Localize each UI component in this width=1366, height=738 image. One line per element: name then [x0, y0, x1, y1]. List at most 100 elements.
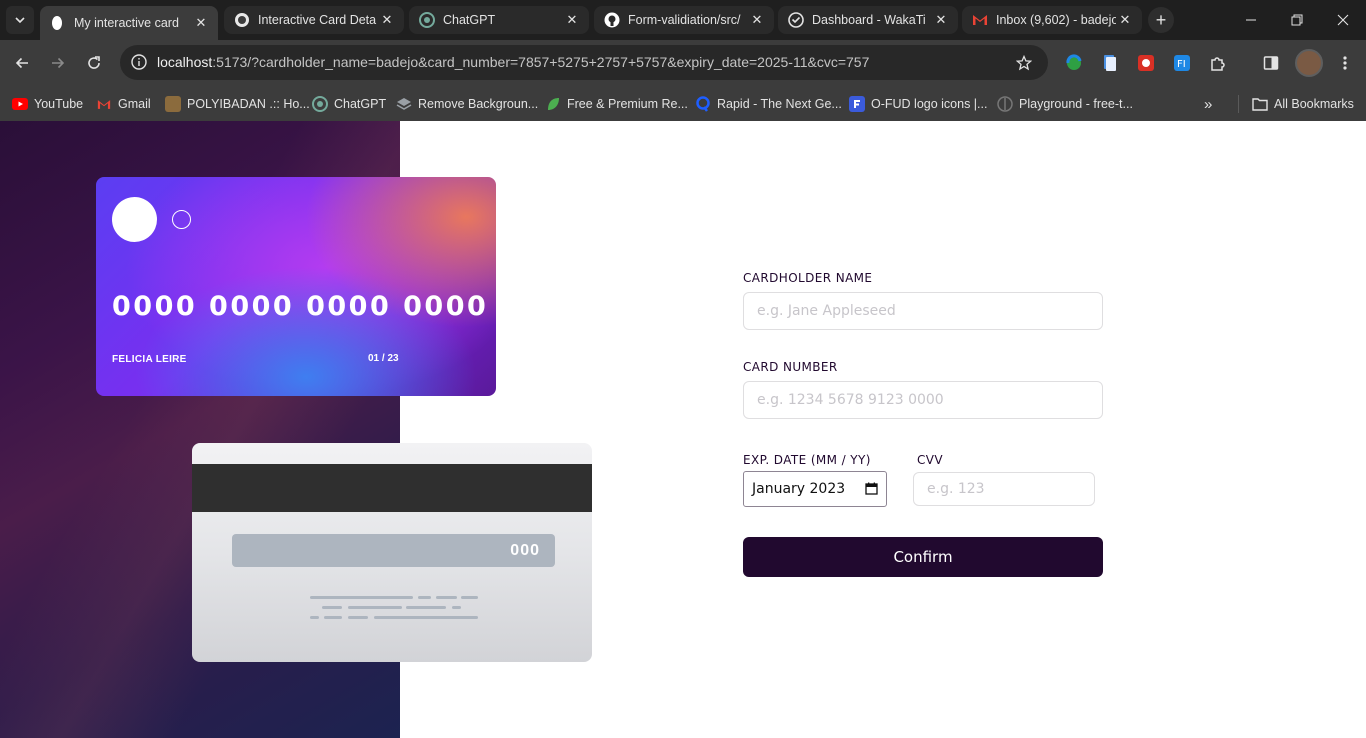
card-back: 000 — [192, 443, 592, 662]
close-icon[interactable]: ✕ — [932, 11, 950, 29]
all-bookmarks-button[interactable]: All Bookmarks — [1252, 94, 1354, 114]
bookmark-playground[interactable]: Playground - free-t... — [997, 94, 1133, 114]
fine-print-line — [452, 606, 461, 609]
close-icon[interactable]: ✕ — [563, 11, 581, 29]
close-icon — [1337, 14, 1349, 26]
close-icon[interactable]: ✕ — [192, 14, 210, 32]
calendar-icon[interactable] — [864, 481, 878, 495]
playground-icon — [997, 96, 1013, 112]
folder-icon — [1252, 96, 1268, 112]
bookmark-label: Gmail — [118, 97, 151, 111]
double-chevron-right-icon: » — [1204, 95, 1213, 113]
tab-wakatime[interactable]: Dashboard - WakaTi ✕ — [778, 6, 958, 34]
forward-button[interactable] — [44, 49, 72, 77]
card-number-label: CARD NUMBER — [743, 360, 838, 374]
bookmark-remove-background[interactable]: Remove Backgroun... — [396, 94, 538, 114]
card-logo-circle-outline — [172, 210, 191, 229]
bookmark-star-icon[interactable] — [1014, 53, 1034, 73]
layers-icon — [396, 96, 412, 112]
wakatime-icon — [788, 12, 804, 28]
red-extension-icon[interactable] — [1135, 52, 1157, 74]
bookmark-ofud-logo[interactable]: O-FUD logo icons |... — [849, 94, 987, 114]
tab-search-button[interactable] — [6, 6, 34, 34]
side-panel-icon[interactable] — [1260, 52, 1282, 74]
more-menu-icon[interactable] — [1334, 52, 1356, 74]
bookmark-label: ChatGPT — [334, 97, 387, 111]
url-text: localhost:5173/?cardholder_name=badejo&c… — [157, 54, 869, 70]
tab-title: ChatGPT — [443, 13, 496, 27]
rapid-icon — [695, 96, 711, 112]
tab-chatgpt[interactable]: ChatGPT ✕ — [409, 6, 589, 34]
close-icon[interactable]: ✕ — [1116, 11, 1134, 29]
fi-extension-icon[interactable]: FI — [1171, 52, 1193, 74]
tab-title: Inbox (9,602) - badejo — [996, 13, 1116, 27]
page-content: 0000 0000 0000 0000 FELICIA LEIRE 01 / 2… — [0, 121, 1366, 738]
new-tab-button[interactable]: + — [1148, 7, 1174, 33]
tab-strip: My interactive card ✕ Interactive Card D… — [0, 0, 1366, 40]
tab-title: Form-validiation/src/ — [628, 13, 741, 27]
close-icon[interactable]: ✕ — [748, 11, 766, 29]
tab-gmail-inbox[interactable]: Inbox (9,602) - badejo ✕ — [962, 6, 1142, 34]
fine-print-line — [418, 596, 431, 599]
cvv-label: CVV — [917, 453, 943, 467]
docs-extension-icon[interactable] — [1099, 52, 1121, 74]
bookmark-label: POLYIBADAN .:: Ho... — [187, 97, 310, 111]
chevron-down-icon — [15, 17, 25, 24]
tab-interactive-card-details[interactable]: Interactive Card Deta ✕ — [224, 6, 404, 34]
bookmark-label: Playground - free-t... — [1019, 97, 1133, 111]
close-window-button[interactable] — [1320, 0, 1366, 40]
tab-title: Interactive Card Deta — [258, 13, 377, 27]
bookmark-rapid[interactable]: Rapid - The Next Ge... — [695, 94, 842, 114]
bookmark-chatgpt[interactable]: ChatGPT — [312, 94, 386, 114]
cvv-input[interactable] — [913, 472, 1095, 506]
restore-button[interactable] — [1274, 0, 1320, 40]
bookmarks-divider — [1238, 95, 1239, 113]
minimize-icon — [1246, 19, 1256, 21]
page-favicon-icon — [50, 15, 66, 31]
card-number-input[interactable] — [743, 381, 1103, 419]
reload-button[interactable] — [80, 49, 108, 77]
card-number-display: 0000 0000 0000 0000 — [112, 291, 489, 322]
bookmark-label: Rapid - The Next Ge... — [717, 97, 842, 111]
cardholder-name-input[interactable] — [743, 292, 1103, 330]
address-bar[interactable]: localhost:5173/?cardholder_name=badejo&c… — [120, 45, 1048, 80]
more-bookmarks-button[interactable]: » — [1204, 94, 1212, 114]
all-bookmarks-label: All Bookmarks — [1274, 97, 1354, 111]
bookmarks-bar: YouTube Gmail POLYIBADAN .:: Ho... ChatG… — [0, 86, 1366, 121]
tab-title: My interactive card — [74, 16, 179, 30]
url-path: :5173/?cardholder_name=badejo&card_numbe… — [212, 54, 870, 70]
leaf-icon — [545, 96, 561, 112]
close-icon[interactable]: ✕ — [378, 11, 396, 29]
bookmark-polyibadan[interactable]: POLYIBADAN .:: Ho... — [165, 94, 310, 114]
tab-form-validation[interactable]: Form-validiation/src/ ✕ — [594, 6, 774, 34]
confirm-button[interactable]: Confirm — [743, 537, 1103, 577]
fine-print-line — [348, 606, 402, 609]
exp-date-input[interactable]: January 2023 — [743, 471, 887, 507]
tab-my-interactive-card[interactable]: My interactive card ✕ — [40, 6, 218, 40]
fine-print-line — [310, 616, 319, 619]
bookmark-gmail[interactable]: Gmail — [96, 94, 151, 114]
fine-print-line — [374, 616, 478, 619]
gmail-icon — [96, 96, 112, 112]
fine-print-line — [322, 606, 342, 609]
signature-strip: 000 — [232, 534, 555, 567]
back-button[interactable] — [8, 49, 36, 77]
bookmark-free-premium[interactable]: Free & Premium Re... — [545, 94, 688, 114]
puzzle-extensions-icon[interactable] — [1207, 52, 1229, 74]
exp-date-label: EXP. DATE (MM / YY) — [743, 453, 871, 467]
site-info-icon[interactable] — [128, 51, 150, 73]
edge-extension-icon[interactable] — [1063, 52, 1085, 74]
polyibadan-icon — [165, 96, 181, 112]
magnetic-stripe — [192, 464, 592, 512]
arrow-left-icon — [15, 57, 28, 69]
minimize-button[interactable] — [1228, 0, 1274, 40]
card-front: 0000 0000 0000 0000 FELICIA LEIRE 01 / 2… — [96, 177, 496, 396]
restore-icon — [1291, 14, 1303, 26]
bookmark-label: Remove Backgroun... — [418, 97, 539, 111]
fine-print-line — [406, 606, 446, 609]
github-icon — [604, 12, 620, 28]
profile-avatar[interactable] — [1295, 49, 1323, 77]
bookmark-label: YouTube — [34, 97, 84, 111]
card-expiry-display: 01 / 23 — [368, 353, 399, 364]
bookmark-youtube[interactable]: YouTube — [12, 94, 83, 114]
